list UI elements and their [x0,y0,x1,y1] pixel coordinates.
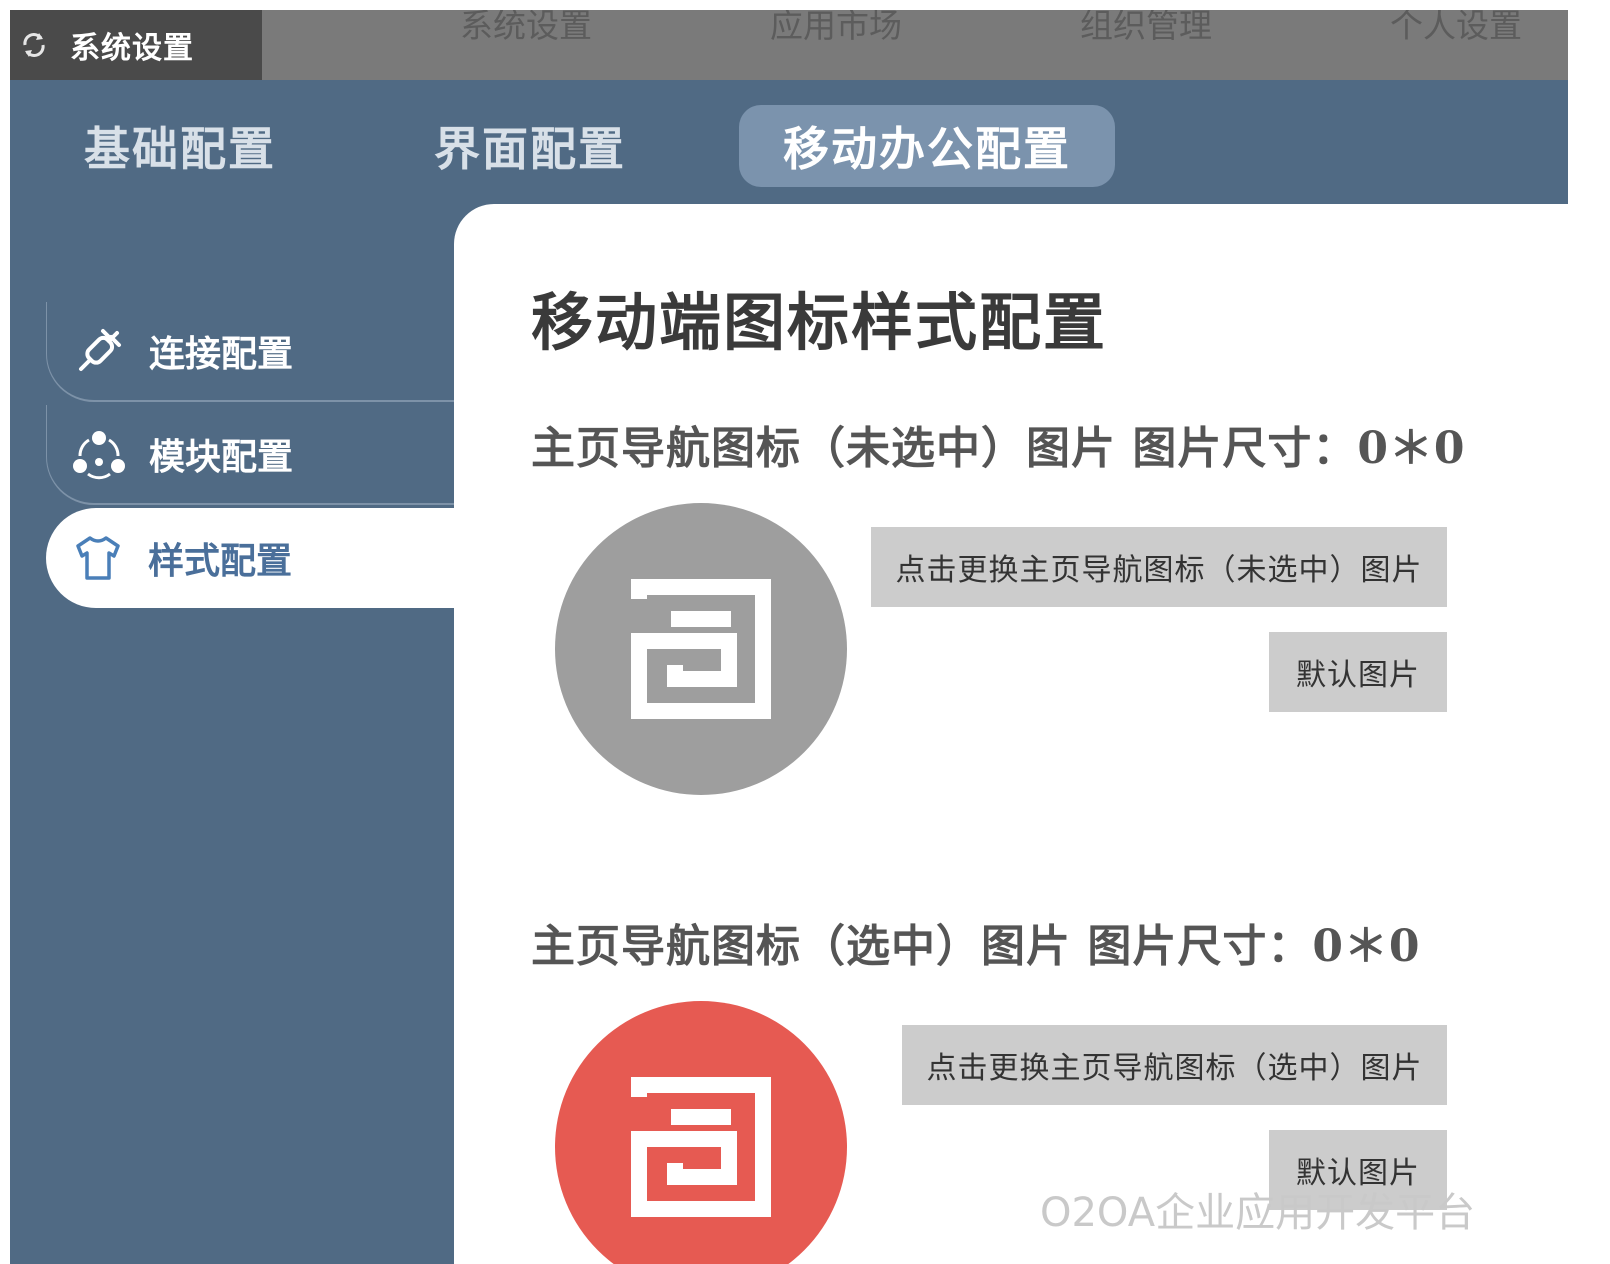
refresh-icon[interactable] [14,25,54,65]
top-nav: 系统设置 应用市场 组织管理 个人设置 [460,10,1568,66]
app-window: 系统设置 系统设置 应用市场 组织管理 个人设置 基础配置 界面配置 移动办公配… [10,10,1568,1264]
tab-mobile-office-config[interactable]: 移动办公配置 [739,105,1115,187]
sidebar-item-modules[interactable]: 模块配置 [46,405,476,505]
top-nav-personal-settings[interactable]: 个人设置 [1390,10,1568,66]
content-panel: 移动端图标样式配置 主页导航图标（未选中）图片 图片尺寸：0＊0 点击更换主页导… [454,204,1568,1264]
page-title: 移动端图标样式配置 [531,286,1108,359]
change-unselected-icon-button[interactable]: 点击更换主页导航图标（未选中）图片 [871,527,1447,607]
top-nav-system-settings[interactable]: 系统设置 [460,10,770,66]
sidebar-item-style[interactable]: 样式配置 [46,508,476,608]
window-title: 系统设置 [70,31,194,66]
top-nav-app-market[interactable]: 应用市场 [770,10,1080,66]
selected-icon-preview [555,1001,847,1264]
sidebar-item-label: 样式配置 [148,540,293,582]
sidebar-item-label: 模块配置 [149,436,294,478]
top-nav-organization[interactable]: 组织管理 [1080,10,1390,66]
tab-ui-config[interactable]: 界面配置 [420,105,640,187]
unselected-icon-label: 主页导航图标（未选中）图片 图片尺寸：0＊0 [531,423,1466,474]
default-unselected-icon-button[interactable]: 默认图片 [1269,632,1447,712]
tab-basic-config[interactable]: 基础配置 [70,105,290,187]
sidebar-item-connection[interactable]: 连接配置 [46,302,476,402]
selected-icon-label: 主页导航图标（选中）图片 图片尺寸：0＊0 [531,921,1421,972]
change-selected-icon-button[interactable]: 点击更换主页导航图标（选中）图片 [902,1025,1447,1105]
app-logo-icon [631,1077,771,1217]
shirt-icon [70,530,126,586]
watermark: O2OA企业应用开发平台 [1040,1190,1476,1236]
window-title-bar: 系统设置 [10,10,262,80]
unselected-icon-preview [555,503,847,795]
sidebar-item-label: 连接配置 [149,333,294,375]
modules-icon [71,426,127,482]
top-bar: 系统设置 系统设置 应用市场 组织管理 个人设置 [10,10,1568,80]
app-logo-icon [631,579,771,719]
plug-icon [71,323,127,379]
